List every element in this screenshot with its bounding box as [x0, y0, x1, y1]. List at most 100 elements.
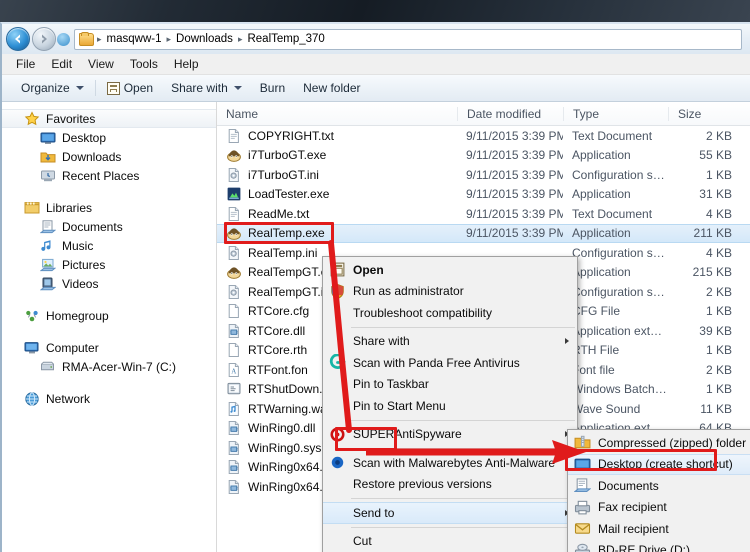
file-type-cell: Application — [572, 148, 631, 163]
breadcrumb-item-0[interactable]: masqww-1 — [104, 33, 165, 45]
context-menu[interactable]: Open Run as administrator Troubleshoot com… — [322, 256, 578, 552]
breadcrumb-item-1[interactable]: Downloads — [173, 33, 236, 45]
send-to-submenu[interactable]: Compressed (zipped) folder Desktop (creat… — [567, 429, 750, 552]
file-type-cell: Application extensi… — [572, 323, 668, 338]
table-row[interactable]: i7TurboGT.ini 9/11/2015 3:39 PM Configurat… — [217, 165, 750, 185]
new-folder-button[interactable]: New folder — [294, 78, 369, 98]
context-menu-item-send-to[interactable]: Send to — [323, 502, 577, 524]
nav-item-libraries[interactable]: Libraries — [2, 198, 216, 217]
file-name-cell[interactable]: i7TurboGT.ini — [217, 167, 457, 183]
column-header-type[interactable]: Type — [563, 106, 668, 121]
column-header-name[interactable]: Name — [217, 107, 457, 121]
ini-file-icon — [226, 284, 242, 300]
nav-item-videos[interactable]: Videos — [2, 274, 216, 293]
context-menu-item-run-as-administrator[interactable]: Run as administrator — [323, 281, 577, 303]
context-menu-item-scan-with-malwarebytes-anti-malware[interactable]: Scan with Malwarebytes Anti-Malware — [323, 452, 577, 474]
navigation-pane[interactable]: Favorites Desktop Downloads Recent Places Li… — [2, 102, 217, 552]
nav-item-pictures[interactable]: Pictures — [2, 255, 216, 274]
file-name-cell[interactable]: RealTemp.exe — [217, 225, 457, 241]
context-menu-item-cut[interactable]: Cut — [323, 531, 577, 552]
dll-file-icon — [226, 459, 242, 475]
superantispyware-icon — [329, 426, 346, 443]
context-menu-item-share-with[interactable]: Share with — [323, 331, 577, 353]
burn-label: Burn — [259, 81, 286, 95]
menu-file[interactable]: File — [8, 55, 43, 73]
file-type-cell: Font file — [572, 362, 615, 377]
file-size-cell: 11 KB — [700, 401, 732, 416]
breadcrumb-separator: ▸ — [166, 33, 172, 44]
videos-library-icon — [39, 276, 57, 292]
menu-tools[interactable]: Tools — [122, 55, 166, 73]
computer-icon — [24, 340, 40, 356]
table-row[interactable]: i7TurboGT.exe 9/11/2015 3:39 PM Applicatio… — [217, 146, 750, 166]
malwarebytes-icon — [329, 454, 346, 471]
context-menu-item-superantispyware[interactable]: SUPERAntiSpyware — [323, 424, 577, 446]
open-button[interactable]: Open — [98, 78, 162, 98]
menu-help[interactable]: Help — [166, 55, 207, 73]
nav-item-desktop[interactable]: Desktop — [2, 128, 216, 147]
context-menu-item-label: Cut — [353, 534, 372, 549]
file-name-text: RTWarning.wav — [248, 401, 333, 416]
history-dropdown-icon[interactable] — [57, 32, 70, 46]
file-name-text: RealTempGT.ex — [248, 265, 334, 280]
context-menu-item-pin-to-start-menu[interactable]: Pin to Start Menu — [323, 395, 577, 417]
nav-item-favorites[interactable]: Favorites — [2, 109, 216, 128]
file-type-cell: CFG File — [572, 304, 620, 319]
table-row[interactable]: COPYRIGHT.txt 9/11/2015 3:39 PM Text Docum… — [217, 126, 750, 146]
send-to-item-desktop-create-shortcut-[interactable]: Desktop (create shortcut) — [568, 453, 750, 475]
nav-item-music[interactable]: Music — [2, 236, 216, 255]
nav-item-homegroup[interactable]: Homegroup — [2, 306, 216, 325]
no-icon — [329, 376, 346, 393]
nav-item-label: Homegroup — [46, 308, 109, 323]
context-menu-item-troubleshoot-compatibility[interactable]: Troubleshoot compatibility — [323, 302, 577, 324]
send-to-item-mail-recipient[interactable]: Mail recipient — [568, 518, 750, 540]
forward-arrow-icon[interactable] — [32, 27, 56, 51]
menu-edit[interactable]: Edit — [43, 55, 80, 73]
new-folder-label: New folder — [303, 81, 361, 95]
ini-file-icon — [226, 167, 242, 183]
file-name-cell[interactable]: ReadMe.txt — [217, 206, 457, 222]
context-menu-item-label: Send to — [353, 505, 395, 520]
file-type-cell: Application — [572, 226, 631, 241]
table-row[interactable]: ReadMe.txt 9/11/2015 3:39 PM Text Document… — [217, 204, 750, 224]
breadcrumb-item-2[interactable]: RealTemp_370 — [244, 33, 327, 45]
organize-button[interactable]: Organize — [12, 78, 93, 98]
nav-group-spacer — [2, 376, 216, 389]
file-size-cell: 31 KB — [699, 187, 732, 202]
nav-item-rma-acer-win-7-c-[interactable]: RMA-Acer-Win-7 (C:) — [2, 357, 216, 376]
file-type-cell: Configuration setti… — [572, 245, 668, 260]
command-toolbar: Organize Open Share with Burn New folder — [2, 75, 750, 102]
column-header-size[interactable]: Size — [668, 106, 742, 121]
context-menu-item-restore-previous-versions[interactable]: Restore previous versions — [323, 474, 577, 496]
send-to-item-documents[interactable]: Documents — [568, 475, 750, 497]
chevron-down-icon — [75, 86, 84, 90]
menu-view[interactable]: View — [80, 55, 122, 73]
send-to-item-compressed-zipped-folder[interactable]: Compressed (zipped) folder — [568, 432, 750, 454]
nav-item-recent-places[interactable]: Recent Places — [2, 166, 216, 185]
file-name-cell[interactable]: i7TurboGT.exe — [217, 147, 457, 163]
nav-item-computer[interactable]: Computer — [2, 338, 216, 357]
send-to-item-fax-recipient[interactable]: Fax recipient — [568, 497, 750, 519]
context-menu-item-scan-with-panda-free-antivirus[interactable]: Scan with Panda Free Antivirus — [323, 352, 577, 374]
nav-item-downloads[interactable]: Downloads — [2, 147, 216, 166]
back-arrow-icon[interactable] — [6, 27, 30, 51]
file-size-cell: 4 KB — [705, 245, 732, 260]
share-with-button[interactable]: Share with — [162, 78, 251, 98]
realtemp-app-icon — [226, 225, 242, 241]
breadcrumb[interactable]: ▸ masqww-1 ▸ Downloads ▸ RealTemp_370 — [74, 28, 742, 50]
table-row[interactable]: LoadTester.exe 9/11/2015 3:39 PM Applicati… — [217, 185, 750, 205]
open-label: Open — [123, 81, 154, 95]
burn-button[interactable]: Burn — [251, 78, 294, 98]
breadcrumb-separator: ▸ — [97, 33, 102, 44]
file-name-cell[interactable]: LoadTester.exe — [217, 186, 457, 202]
file-name-cell[interactable]: COPYRIGHT.txt — [217, 128, 457, 144]
table-row[interactable]: RealTemp.exe 9/11/2015 3:39 PM Application… — [217, 223, 750, 243]
column-header-date[interactable]: Date modified — [457, 106, 563, 121]
context-menu-item-label: SUPERAntiSpyware — [353, 427, 462, 442]
nav-group-spacer — [2, 185, 216, 198]
nav-item-network[interactable]: Network — [2, 389, 216, 408]
context-menu-item-pin-to-taskbar[interactable]: Pin to Taskbar — [323, 374, 577, 396]
send-to-item-bd-re-drive-d-[interactable]: BD-RE Drive (D:) — [568, 540, 750, 552]
context-menu-item-open[interactable]: Open — [323, 259, 577, 281]
nav-item-documents[interactable]: Documents — [2, 217, 216, 236]
